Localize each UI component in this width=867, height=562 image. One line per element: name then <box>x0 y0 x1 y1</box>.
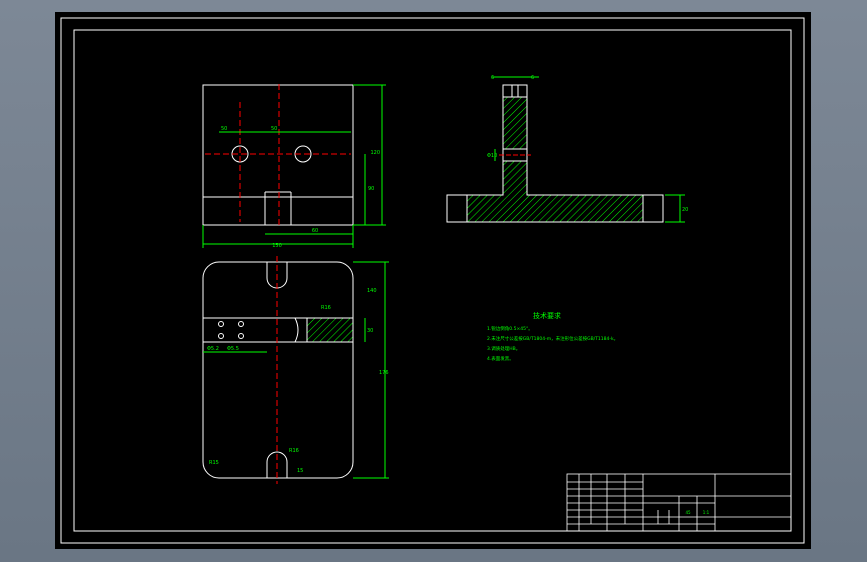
cad-drawing: 150 60 120 90 50 50 6 6 Φ10 20 R16 Φ5.2 … <box>60 17 805 544</box>
dim-radius1: R15 <box>209 460 219 466</box>
dim-len3: 176 <box>379 370 389 376</box>
dim-height2: 90 <box>368 186 374 192</box>
note-line-1: 1.锐边倒角0.5×45°。 <box>487 325 533 332</box>
dim-len2: 140 <box>367 288 377 294</box>
dim-bottom: 15 <box>297 468 303 474</box>
dim-right: 20 <box>682 207 688 213</box>
drawing-sheet: 150 60 120 90 50 50 6 6 Φ10 20 R16 Φ5.2 … <box>55 12 811 549</box>
note-line-3: 3.调质处理HB。 <box>487 345 520 352</box>
inner-frame <box>73 29 792 532</box>
front-view: 150 60 120 90 50 50 <box>202 84 386 249</box>
dim-radius2: R16 <box>289 448 299 454</box>
dim-left: 50 <box>221 126 227 132</box>
outer-frame <box>60 17 805 544</box>
section-view: 6 6 Φ10 20 <box>446 75 688 223</box>
dim-left1: Φ5.2 <box>207 346 219 352</box>
material-value: 45 <box>685 510 691 515</box>
notes-title: 技术要求 <box>533 311 561 320</box>
dim-height: 120 <box>370 150 380 156</box>
dim-top-right: 6 <box>531 75 534 81</box>
dim-left2: Φ5.5 <box>227 346 239 352</box>
dim-top: R16 <box>321 305 331 311</box>
title-block <box>566 473 792 532</box>
scale-value: 1:1 <box>703 510 710 515</box>
note-line-2: 2.未注尺寸公差按GB/T1804-m，未注形位公差按GB/T1184-k。 <box>487 335 618 342</box>
technical-notes: 技术要求 1.锐边倒角0.5×45°。 2.未注尺寸公差按GB/T1804-m，… <box>487 311 618 362</box>
top-view: R16 Φ5.2 Φ5.5 30 140 176 R15 R16 15 <box>202 256 389 484</box>
dim-hole: Φ10 <box>487 153 497 159</box>
dim-top-left: 6 <box>491 75 494 81</box>
dim-slot: 60 <box>312 228 318 234</box>
dim-len1: 30 <box>367 328 373 334</box>
note-line-4: 4.表面发黑。 <box>487 355 514 362</box>
dim-mid: 50 <box>271 126 277 132</box>
dim-width: 150 <box>272 243 282 249</box>
